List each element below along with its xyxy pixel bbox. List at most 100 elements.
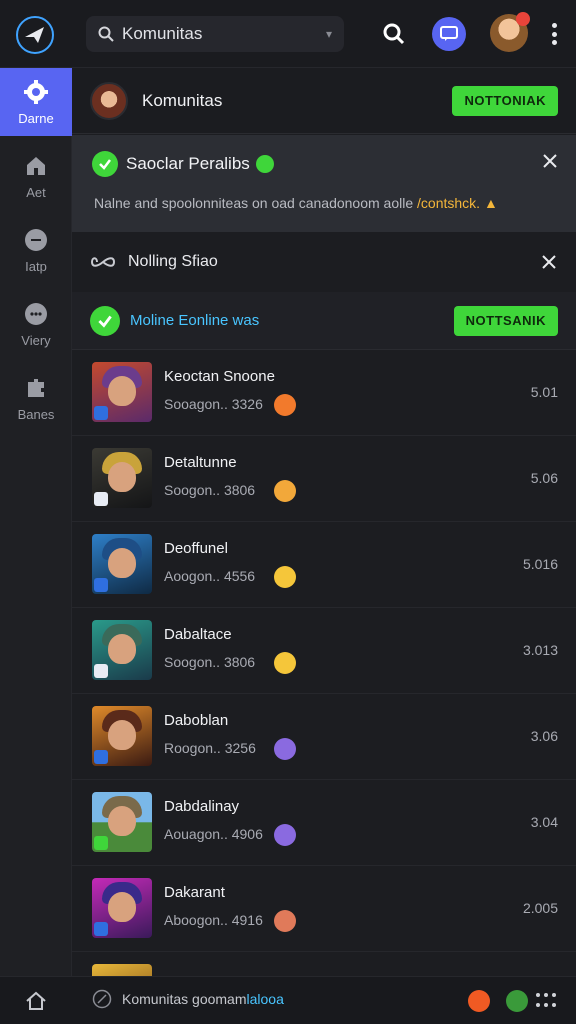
list-item-subtitle: Aoogon.. 4556 <box>164 568 256 584</box>
list-item-value: 3.04 <box>530 814 558 830</box>
bottom-bar: Komunitas goomamlalooa <box>0 976 576 1024</box>
list-item[interactable]: Dakarant Aboogon.. 4916 2.005 <box>72 866 576 952</box>
list-item-title: Deoffunel <box>164 540 228 557</box>
status-text: Komunitas goomamlalooa <box>122 991 284 1007</box>
check-icon <box>90 305 120 336</box>
warning-icon: ▲ <box>483 195 498 211</box>
notice-text: Nalne and spoolonniteas on oad canadonoo… <box>94 195 498 211</box>
list-item-value: 2.005 <box>522 900 558 916</box>
reaction-icon <box>274 480 296 502</box>
member-list: Keoctan Snoone Sooagon.. 3326 5.01 Detal… <box>72 350 576 976</box>
list-item-value: 5.01 <box>530 384 558 400</box>
game-thumbnail <box>92 362 152 422</box>
sidebar-item-label: Aet <box>26 184 46 200</box>
list-item[interactable] <box>72 952 576 976</box>
list-item-value: 3.013 <box>522 642 558 658</box>
notice-title: Saoclar Peralibs <box>126 154 250 173</box>
list-item-title: Dabaltace <box>164 626 232 643</box>
reaction-icon <box>274 566 296 588</box>
list-item-value: 5.016 <box>522 556 558 572</box>
gear-icon <box>23 79 49 105</box>
main-panel: Komunitas NOTTONIAK Saoclar Peralibs Nal… <box>72 68 576 976</box>
notification-icon[interactable] <box>468 990 490 1012</box>
list-item-subtitle: Aouagon.. 4906 <box>164 826 263 842</box>
notice-text-main: Nalne and spoolonniteas on oad canadonoo… <box>94 195 418 211</box>
chat-icon <box>23 227 49 253</box>
reaction-icon <box>274 824 296 846</box>
following-label: Nolling Sfiao <box>128 253 218 270</box>
search-input[interactable]: Komunitas <box>122 24 326 44</box>
reaction-icon <box>274 738 296 760</box>
chevron-down-icon[interactable]: ▾ <box>326 27 332 41</box>
close-icon[interactable] <box>540 151 560 171</box>
app-logo-icon[interactable] <box>16 16 54 54</box>
verified-badge-icon <box>255 155 274 173</box>
message-icon <box>23 301 49 327</box>
game-thumbnail <box>92 534 152 594</box>
list-item[interactable]: Dabaltace Soogon.. 3806 3.013 <box>72 608 576 694</box>
game-thumbnail <box>92 792 152 852</box>
reaction-icon <box>274 652 296 674</box>
game-thumbnail <box>92 964 152 976</box>
notice-banner: Saoclar Peralibs Nalne and spoolonniteas… <box>72 135 576 232</box>
list-item-subtitle: Aboogon.. 4916 <box>164 912 263 928</box>
list-item[interactable]: Detaltunne Soogon.. 3806 5.06 <box>72 436 576 522</box>
puzzle-icon <box>23 375 49 401</box>
collapse-icon[interactable] <box>540 253 558 271</box>
list-item[interactable]: Keoctan Snoone Sooagon.. 3326 5.01 <box>72 350 576 436</box>
list-item-subtitle: Soogon.. 3806 <box>164 482 256 498</box>
apps-grid-icon[interactable] <box>536 993 556 1009</box>
game-thumbnail <box>92 706 152 766</box>
following-row[interactable]: Nolling Sfiao <box>72 232 576 292</box>
game-thumbnail <box>92 620 152 680</box>
list-item[interactable]: Daboblan Roogon.. 3256 3.06 <box>72 694 576 780</box>
search-button-icon[interactable] <box>380 20 408 48</box>
reaction-icon <box>274 394 296 416</box>
list-item-value: 5.06 <box>530 470 558 486</box>
user-avatar[interactable] <box>490 12 530 52</box>
sidebar-item-label: Viery <box>21 332 51 348</box>
community-header: Komunitas NOTTONIAK <box>72 68 576 134</box>
list-item-value: 3.06 <box>530 728 558 744</box>
game-thumbnail <box>92 448 152 508</box>
sidebar-item-aet[interactable]: Aet <box>0 142 72 210</box>
game-thumbnail <box>92 878 152 938</box>
list-item-subtitle: Soogon.. 3806 <box>164 654 256 670</box>
online-action-button[interactable]: NOTTSANIK <box>453 305 558 336</box>
chat-icon[interactable] <box>432 17 466 51</box>
list-item-title: Daboblan <box>164 712 229 729</box>
online-row: Moline Eonline was NOTTSANIK <box>72 292 576 350</box>
infinity-icon <box>90 257 116 267</box>
online-label[interactable]: Moline Eonline was <box>130 312 454 329</box>
sidebar-item-iatp[interactable]: Iatp <box>0 216 72 284</box>
list-item-subtitle: Roogon.. 3256 <box>164 740 256 756</box>
header-action-button[interactable]: NOTTONIAK <box>452 85 558 116</box>
sidebar-item-darne[interactable]: Darne <box>0 68 79 136</box>
notification-dot <box>516 12 530 26</box>
home-icon <box>23 153 49 179</box>
sidebar: Darne Aet Iatp Viery Banes <box>0 68 79 976</box>
top-bar: Komunitas ▾ <box>0 0 576 68</box>
notice-header: Saoclar Peralibs <box>92 151 274 177</box>
reaction-icon <box>274 910 296 932</box>
community-avatar[interactable] <box>90 81 128 120</box>
list-item-title: Dakarant <box>164 884 225 901</box>
sidebar-item-label: Darne <box>18 110 54 126</box>
check-icon <box>92 151 118 177</box>
list-item-title: Detaltunne <box>164 454 237 471</box>
list-item[interactable]: Deoffunel Aoogon.. 4556 5.016 <box>72 522 576 608</box>
more-icon[interactable] <box>544 20 564 48</box>
home-icon[interactable] <box>24 989 48 1013</box>
notice-link[interactable]: /contshck. <box>417 195 480 211</box>
search-box[interactable]: Komunitas ▾ <box>86 16 344 52</box>
compass-icon <box>92 989 112 1009</box>
leaf-icon[interactable] <box>506 990 528 1012</box>
list-item-title: Dabdalinay <box>164 798 240 815</box>
list-item[interactable]: Dabdalinay Aouagon.. 4906 3.04 <box>72 780 576 866</box>
sidebar-item-label: Iatp <box>25 258 47 274</box>
sidebar-item-label: Banes <box>17 406 55 422</box>
status-bar[interactable]: Komunitas goomamlalooa <box>92 989 284 1009</box>
sidebar-item-banes[interactable]: Banes <box>0 364 72 432</box>
sidebar-item-viery[interactable]: Viery <box>0 290 72 358</box>
list-item-subtitle: Sooagon.. 3326 <box>164 396 263 412</box>
